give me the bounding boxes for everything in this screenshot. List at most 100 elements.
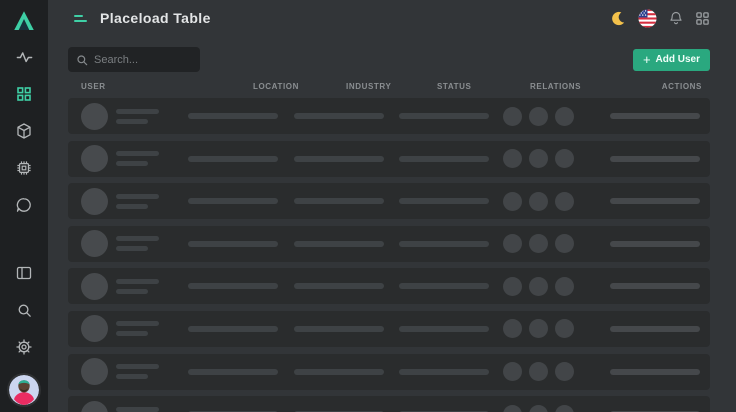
search-input[interactable] (94, 54, 192, 66)
cell-status (399, 113, 489, 119)
relation-dot-placeholder (529, 149, 548, 168)
sidebar-item-dashboard[interactable] (12, 82, 36, 106)
placeholder-bar (610, 283, 700, 289)
language-flag-us-icon[interactable] (638, 9, 657, 28)
relation-dot-placeholder (529, 234, 548, 253)
placeholder-line (116, 364, 159, 369)
placeholder-bar (610, 113, 700, 119)
relation-dot-placeholder (503, 107, 522, 126)
dark-mode-moon-icon[interactable] (610, 10, 627, 27)
table-row-placeholder (68, 268, 710, 304)
sidebar-item-products[interactable] (12, 119, 36, 143)
cell-location (188, 369, 294, 375)
panel-layout-icon (15, 264, 33, 282)
cell-location (188, 156, 294, 162)
relation-dot-placeholder (555, 149, 574, 168)
placeholder-line (116, 119, 148, 124)
cell-user (81, 103, 188, 130)
placeholder-line (116, 194, 159, 199)
table-toolbar: + Add User (68, 47, 710, 72)
sidebar (0, 0, 48, 412)
placeholder-bar (399, 241, 489, 247)
avatar-placeholder (81, 358, 108, 385)
add-user-button[interactable]: + Add User (633, 49, 710, 71)
chat-bubble-icon (15, 196, 33, 214)
relation-dot-placeholder (529, 107, 548, 126)
cell-industry (294, 326, 399, 332)
relation-dot-placeholder (555, 234, 574, 253)
placeholder-bar (399, 369, 489, 375)
cell-status (399, 326, 489, 332)
placeholder-bar (399, 283, 489, 289)
relation-dot-placeholder (555, 107, 574, 126)
sidebar-item-settings[interactable] (12, 335, 36, 359)
relation-dot-placeholder (529, 277, 548, 296)
placeholder-bar (610, 326, 700, 332)
placeholder-bar (294, 156, 384, 162)
placeholder-line (116, 204, 148, 209)
placeholder-line (116, 321, 159, 326)
cell-location (188, 113, 294, 119)
cell-actions (610, 283, 710, 289)
relation-dot-placeholder (503, 234, 522, 253)
placeholder-line (116, 407, 159, 412)
sidebar-item-search[interactable] (12, 298, 36, 322)
cell-status (399, 369, 489, 375)
cell-industry (294, 113, 399, 119)
placeholder-bar (610, 198, 700, 204)
placeholder-bar (188, 156, 278, 162)
page-title: Placeload Table (100, 10, 211, 26)
cell-industry (294, 198, 399, 204)
notifications-bell-icon[interactable] (668, 10, 684, 26)
user-avatar[interactable] (9, 375, 39, 405)
placeholder-bar (294, 326, 384, 332)
avatar-placeholder (81, 103, 108, 130)
user-text-placeholder (116, 236, 159, 251)
placeholder-bar (399, 326, 489, 332)
avatar-illustration (9, 375, 39, 405)
col-header-location: LOCATION (253, 82, 299, 91)
sidebar-item-panels[interactable] (12, 261, 36, 285)
relation-dot-placeholder (503, 192, 522, 211)
gear-icon (15, 338, 33, 356)
cell-actions (610, 241, 710, 247)
placeholder-bar (188, 369, 278, 375)
search-icon (16, 302, 33, 319)
avatar-placeholder (81, 188, 108, 215)
cell-industry (294, 156, 399, 162)
app-logo[interactable] (0, 4, 48, 38)
placeholder-bar (188, 198, 278, 204)
relation-dot-placeholder (503, 319, 522, 338)
relation-dot-placeholder (529, 405, 548, 412)
cell-relations (489, 405, 610, 412)
apps-grid-icon[interactable] (695, 11, 710, 26)
main-area: Placeload Table (48, 0, 736, 412)
table-body (68, 98, 710, 412)
cell-status (399, 241, 489, 247)
cell-actions (610, 198, 710, 204)
user-text-placeholder (116, 151, 159, 166)
relation-dot-placeholder (529, 362, 548, 381)
placeholder-bar (294, 283, 384, 289)
sidebar-item-components[interactable] (12, 156, 36, 180)
sidebar-item-activity[interactable] (12, 45, 36, 69)
cell-actions (610, 156, 710, 162)
placeholder-line (116, 289, 148, 294)
user-text-placeholder (116, 194, 159, 209)
relation-dot-placeholder (555, 277, 574, 296)
table-row-placeholder (68, 311, 710, 347)
cell-location (188, 326, 294, 332)
relation-dot-placeholder (555, 362, 574, 381)
placeholder-line (116, 161, 148, 166)
cell-relations (489, 149, 610, 168)
table-header: USER LOCATION INDUSTRY STATUS RELATIONS … (68, 80, 710, 94)
user-text-placeholder (116, 279, 159, 294)
activity-icon (15, 48, 34, 67)
placeholder-bar (188, 326, 278, 332)
cell-relations (489, 319, 610, 338)
menu-toggle-icon[interactable] (74, 15, 87, 22)
cell-actions (610, 113, 710, 119)
placeholder-line (116, 109, 159, 114)
sidebar-item-messages[interactable] (12, 193, 36, 217)
cell-status (399, 198, 489, 204)
